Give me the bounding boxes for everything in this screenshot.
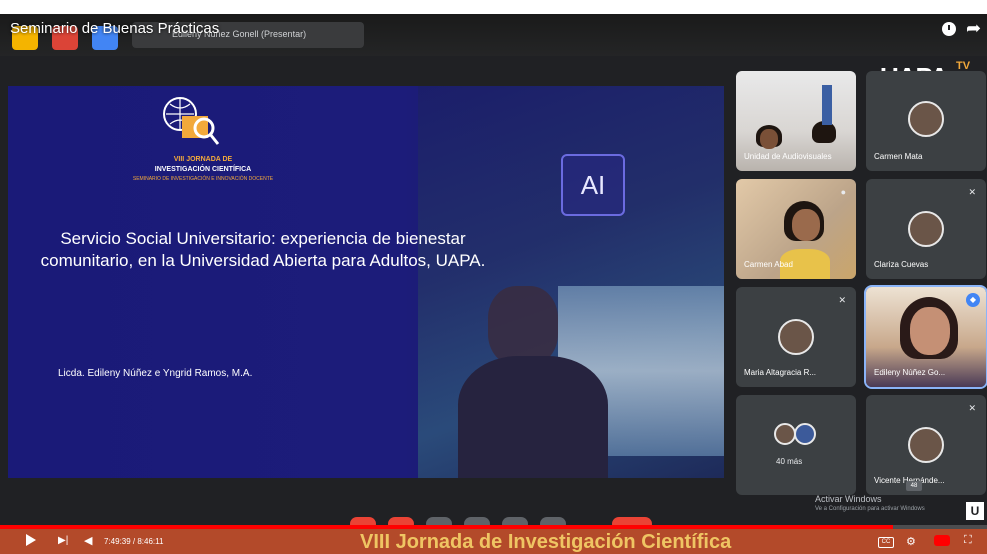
captions-icon[interactable]: CC xyxy=(878,537,894,548)
fullscreen-icon[interactable]: ⛶ xyxy=(964,534,972,547)
participant-name: Edileny Núñez Go... xyxy=(874,368,946,377)
gear-icon[interactable]: ⚙ xyxy=(906,535,916,548)
timecode: 7:49:39 / 8:46:11 xyxy=(104,537,164,546)
jornada-logo-icon xyxy=(163,97,220,145)
presentation-slide: AI VIII JORNADA DE INVESTIGACIÓN CIENTÍF… xyxy=(8,86,724,478)
participant-name: Carmen Abad xyxy=(744,260,793,269)
avatar xyxy=(774,423,796,445)
mic-off-icon: ● xyxy=(840,187,846,197)
slide-authors: Licda. Edileny Núñez e Yngrid Ramos, M.A… xyxy=(58,368,253,379)
participant-tile-edileny-nunez[interactable]: ◆ Edileny Núñez Go... xyxy=(864,285,987,389)
participant-name: Clariza Cuevas xyxy=(874,260,929,269)
chapter-overlay-text: VIII Jornada de Investigación Científica xyxy=(360,531,732,553)
avatar xyxy=(794,423,816,445)
video-title[interactable]: Seminario de Buenas Prácticas xyxy=(10,20,219,37)
avatar xyxy=(778,319,814,355)
participant-tile-clariza-cuevas[interactable]: ✕ Clariza Cuevas xyxy=(866,179,986,279)
participant-tile-carmen-mata[interactable]: Carmen Mata xyxy=(866,71,986,171)
participant-tile-audiovisuales[interactable]: Unidad de Audiovisuales xyxy=(736,71,856,171)
avatar xyxy=(908,211,944,247)
slide-title: Servicio Social Universitario: experienc… xyxy=(40,229,486,270)
slide-person-head xyxy=(488,286,558,366)
participant-tile-maria-altagracia[interactable]: ✕ Maria Altagracia R... xyxy=(736,287,856,387)
participant-tile-carmen-abad[interactable]: ● Carmen Abad xyxy=(736,179,856,279)
browser-top-strip xyxy=(0,0,987,14)
slide-person-body xyxy=(458,356,608,478)
u-badge-icon: U xyxy=(966,502,984,520)
next-icon[interactable]: ▶| xyxy=(58,535,68,546)
participant-name: Unidad de Audiovisuales xyxy=(744,152,832,161)
speaking-indicator-icon: ◆ xyxy=(966,293,980,307)
share-icon[interactable]: ➦ xyxy=(966,18,981,39)
participant-tile-more[interactable]: 40 más xyxy=(736,395,856,495)
mic-off-icon: ✕ xyxy=(968,187,976,197)
play-icon[interactable] xyxy=(26,534,36,546)
participant-name: Carmen Mata xyxy=(874,152,923,161)
ai-badge: AI xyxy=(561,154,625,216)
meet-participant-badge: 48 xyxy=(906,481,922,491)
avatar xyxy=(908,427,944,463)
clock-icon[interactable] xyxy=(942,22,956,36)
mic-off-icon: ✕ xyxy=(838,295,846,305)
youtube-icon[interactable] xyxy=(934,535,950,546)
activate-windows-subtitle: Ve a Configuración para activar Windows xyxy=(815,506,925,512)
participant-tile-vicente-hernandez[interactable]: ✕ Vicente Hernánde... xyxy=(866,395,986,495)
logo-line-1: VIII JORNADA DE xyxy=(173,156,233,163)
volume-icon[interactable]: ◀ xyxy=(84,534,92,547)
logo-line-2: INVESTIGACIÓN CIENTÍFICA xyxy=(154,166,252,173)
more-participants-count: 40 más xyxy=(776,457,803,466)
activate-windows-title: Activar Windows xyxy=(815,494,882,504)
avatar xyxy=(908,101,944,137)
logo-line-3: SEMINARIO DE INVESTIGACIÓN E INNOVACIÓN … xyxy=(132,176,274,182)
mic-off-icon: ✕ xyxy=(968,403,976,413)
participant-name: Maria Altagracia R... xyxy=(744,368,817,377)
